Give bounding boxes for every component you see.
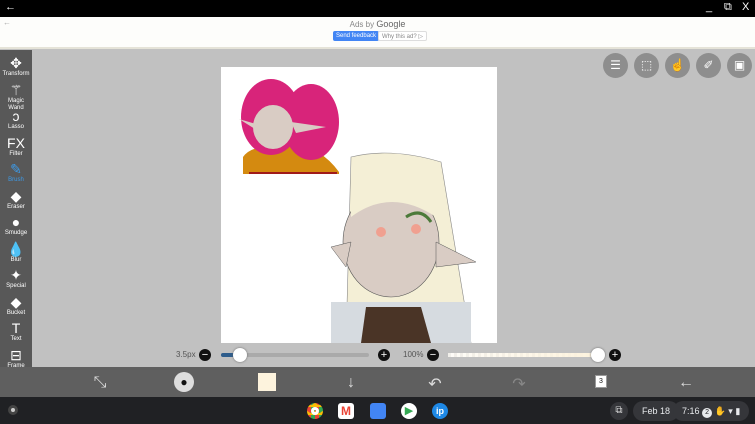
eraser-icon: ◆	[10, 187, 22, 204]
opacity-decrease[interactable]: −	[427, 349, 439, 361]
clock: 7:16	[682, 406, 700, 416]
tool-label: Brush	[8, 177, 24, 183]
chrome-icon[interactable]	[307, 403, 323, 419]
ruler-icon[interactable]: ✐	[696, 53, 721, 78]
tool-label: Eraser	[7, 203, 25, 210]
opacity-handle[interactable]	[591, 348, 605, 362]
status-tray[interactable]: 7:16 2 ✋ ▾ ▮	[673, 401, 750, 421]
tool-label: Smudge	[4, 230, 28, 236]
tool-transform[interactable]: ✥ Transform	[0, 55, 32, 81]
close-button[interactable]: X	[742, 1, 749, 13]
wifi-icon: ▾	[728, 406, 733, 416]
color-swatch[interactable]	[258, 373, 276, 391]
lasso-icon: ↄ	[12, 108, 20, 124]
window-titlebar: ← _ ⧉ X	[0, 0, 755, 17]
stylus-icon: ✋	[714, 406, 726, 416]
minimize-button[interactable]: _	[706, 1, 712, 13]
brush-size-decrease[interactable]: −	[199, 349, 211, 361]
play-store-icon[interactable]: ▶	[401, 403, 417, 419]
bottom-toolbar: ⤡ ● ↓ ↶ ↷ 3 ←	[0, 367, 755, 397]
magic-wand-icon: ⚚	[9, 81, 23, 98]
material-image-icon[interactable]: ▣	[727, 53, 752, 78]
download-arrow-icon[interactable]: ↓	[341, 374, 361, 392]
hand-icon[interactable]: ☝	[665, 53, 690, 78]
docs-icon[interactable]	[370, 403, 386, 419]
back-arrow-icon[interactable]: ←	[676, 374, 696, 392]
tool-label: Blur	[10, 256, 22, 263]
opacity-slider[interactable]	[448, 348, 605, 362]
selection-icon[interactable]: ⬚	[634, 53, 659, 78]
filter-icon: FX	[7, 134, 25, 151]
transform-icon: ✥	[10, 55, 22, 71]
frame-divider-icon: ⊟	[10, 346, 22, 363]
layer-settings-icon[interactable]: ☰	[603, 53, 628, 78]
tool-bucket[interactable]: ◆ Bucket	[0, 294, 32, 320]
opacity-increase[interactable]: +	[609, 349, 621, 361]
tool-label: Bucket	[6, 309, 26, 316]
tool-filter[interactable]: FX Filter	[0, 135, 32, 161]
gmail-icon[interactable]: M	[338, 403, 354, 419]
tool-blur[interactable]: 💧 Blur	[0, 241, 32, 267]
bucket-icon: ◆	[10, 293, 22, 310]
ad-banner: ← Ads by Google Send feedback Why this a…	[0, 17, 755, 49]
tool-label: Transform	[2, 71, 30, 77]
tool-eraser[interactable]: ◆ Eraser	[0, 188, 32, 214]
opacity-label: 100%	[403, 350, 424, 359]
ads-by-google: Ads by Google	[349, 19, 406, 29]
drawing-canvas[interactable]	[221, 67, 497, 343]
tool-text[interactable]: T Text	[0, 320, 32, 346]
notification-count: 2	[702, 408, 713, 418]
holding-space-icon[interactable]: ⧉	[610, 402, 628, 420]
blur-icon: 💧	[7, 240, 25, 257]
restore-button[interactable]: ⧉	[724, 1, 732, 14]
brush-size-handle[interactable]	[232, 348, 247, 362]
tool-label: Text	[10, 336, 22, 342]
brush-size-slider[interactable]	[221, 348, 369, 362]
tool-special[interactable]: ✦ Special	[0, 267, 32, 293]
brush-icon: ✎	[10, 161, 22, 177]
tool-label: Special	[6, 283, 26, 289]
back-button[interactable]: ←	[5, 1, 16, 13]
battery-icon: ▮	[735, 406, 741, 416]
tool-label: Filter	[9, 150, 23, 157]
why-this-ad-button[interactable]: Why this ad? ▷	[378, 31, 427, 41]
tool-lasso[interactable]: ↄ Lasso	[0, 108, 32, 134]
artwork	[239, 79, 477, 343]
layers-button[interactable]: 3	[595, 375, 607, 388]
brush-size-label: 3.5px	[176, 350, 196, 359]
launcher-icon[interactable]	[8, 405, 18, 415]
tool-smudge[interactable]: ● Smudge	[0, 214, 32, 240]
brush-preview-icon[interactable]: ●	[174, 372, 194, 392]
ibispaint-icon[interactable]: ip	[432, 403, 448, 419]
special-icon: ✦	[10, 267, 22, 283]
send-feedback-button[interactable]: Send feedback	[333, 31, 380, 41]
brush-size-increase[interactable]: +	[378, 349, 390, 361]
tool-magic-wand[interactable]: ⚚ Magic Wand	[0, 81, 32, 111]
redo-icon[interactable]: ↷	[509, 374, 529, 394]
smudge-icon: ●	[11, 214, 21, 230]
text-icon: T	[11, 320, 21, 336]
undo-icon[interactable]: ↶	[425, 374, 445, 394]
tool-label: Lasso	[7, 124, 24, 130]
quick-tool-icon[interactable]: ⤡	[90, 374, 110, 392]
tool-brush[interactable]: ✎ Brush	[0, 161, 32, 187]
